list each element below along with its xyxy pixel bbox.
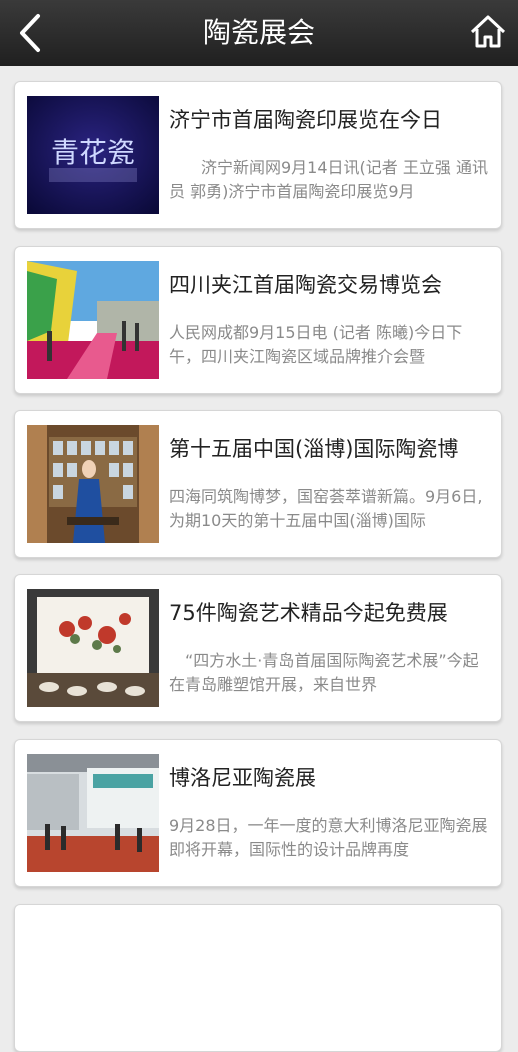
article-summary: 9月28日，一年一度的意大利博洛尼亚陶瓷展即将开幕，国际性的设计品牌再度	[169, 816, 488, 859]
article-card[interactable]: 第十五届中国(淄博)国际陶瓷博 四海同筑陶博梦，国窑荟萃谱新篇。9月6日,为期1…	[14, 410, 502, 558]
article-card-partial[interactable]	[14, 904, 502, 1052]
article-summary: 济宁新闻网9月14日讯(记者 王立强 通讯员 郭勇)济宁市首届陶瓷印展览9月	[169, 158, 488, 201]
article-thumbnail	[27, 589, 159, 707]
article-card[interactable]: 75件陶瓷艺术精品今起免费展 “四方水土·青岛首届国际陶瓷艺术展”今起在青岛雕塑…	[14, 574, 502, 722]
article-thumbnail	[27, 754, 159, 872]
home-icon[interactable]	[468, 12, 508, 52]
article-title: 第十五届中国(淄博)国际陶瓷博	[169, 437, 459, 461]
article-summary: 四海同筑陶博梦，国窑荟萃谱新篇。9月6日,为期10天的第十五届中国(淄博)国际	[169, 487, 483, 530]
page-title: 陶瓷展会	[202, 16, 315, 49]
article-thumbnail	[27, 425, 159, 543]
article-title: 济宁市首届陶瓷印展览在今日	[169, 108, 442, 132]
top-bar: 陶瓷展会	[0, 0, 518, 66]
article-thumbnail: 青花瓷	[27, 96, 159, 214]
thumbnail-caption: 青花瓷	[51, 136, 135, 169]
article-title: 75件陶瓷艺术精品今起免费展	[169, 601, 448, 625]
article-card[interactable]: 四川夹江首届陶瓷交易博览会 人民网成都9月15日电 (记者 陈曦)今日下午，四川…	[14, 246, 502, 394]
article-summary: 人民网成都9月15日电 (记者 陈曦)今日下午，四川夹江陶瓷区域品牌推介会暨	[169, 323, 463, 366]
article-card[interactable]: 青花瓷 济宁市首届陶瓷印展览在今日 济宁新闻网9月14日讯(记者 王立强 通讯员…	[14, 81, 502, 229]
article-card[interactable]: 博洛尼亚陶瓷展 9月28日，一年一度的意大利博洛尼亚陶瓷展即将开幕，国际性的设计…	[14, 739, 502, 887]
article-title: 四川夹江首届陶瓷交易博览会	[169, 273, 442, 297]
article-thumbnail	[27, 261, 159, 379]
article-summary: “四方水土·青岛首届国际陶瓷艺术展”今起在青岛雕塑馆开展，来自世界	[169, 651, 479, 694]
article-title: 博洛尼亚陶瓷展	[169, 766, 316, 790]
